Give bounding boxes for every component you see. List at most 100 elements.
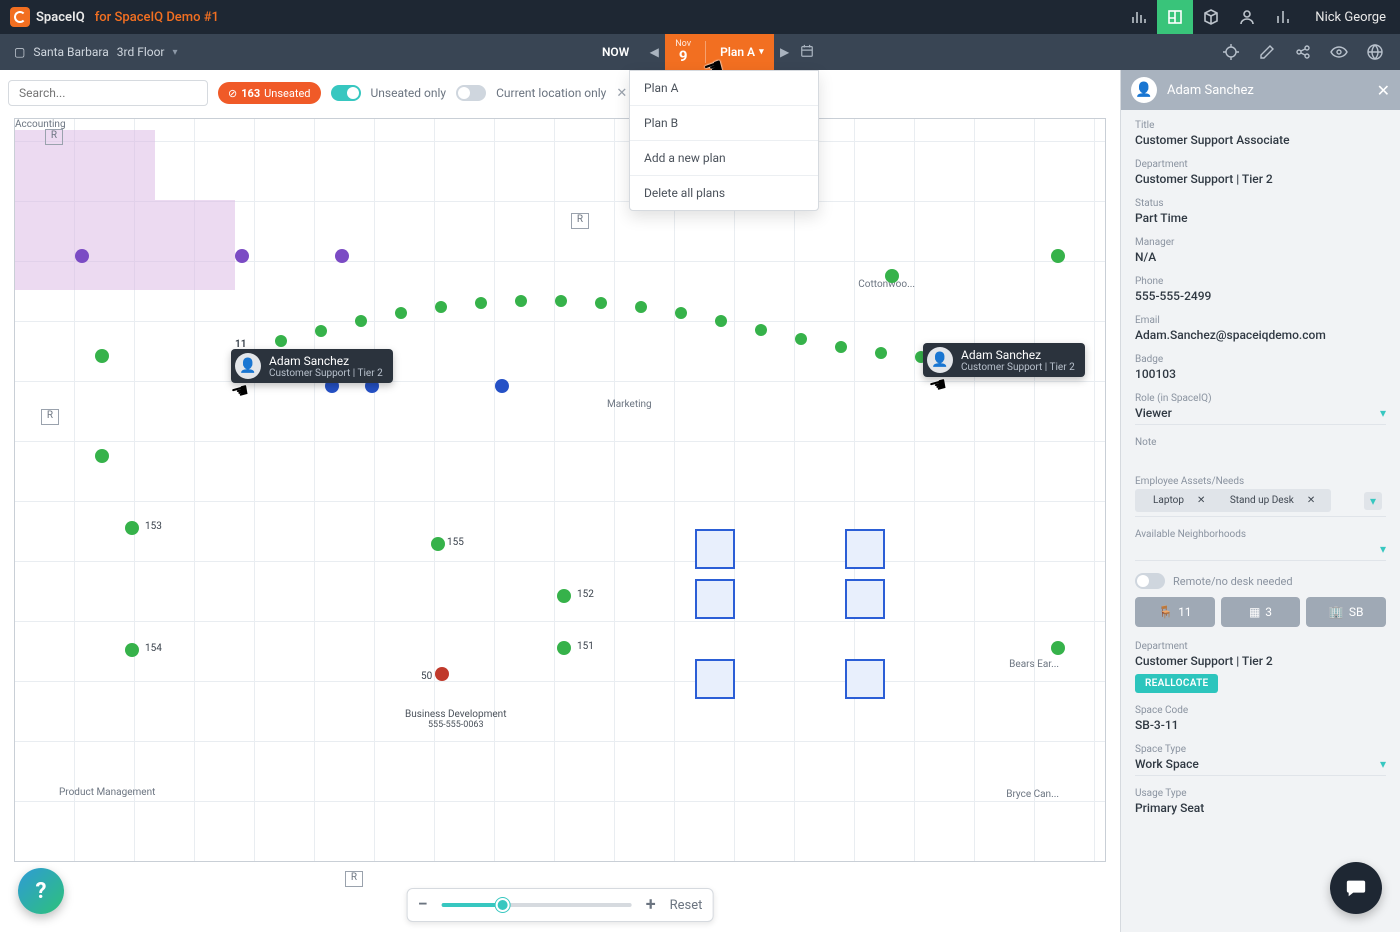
seat-dot[interactable] xyxy=(125,521,139,535)
current-user[interactable]: Nick George xyxy=(1301,10,1400,25)
brand-name: SpaceIQ xyxy=(36,10,85,25)
seat-dot[interactable] xyxy=(557,589,571,603)
space-type-select[interactable]: Work Space ▾ xyxy=(1135,757,1386,776)
search-input[interactable] xyxy=(8,80,208,106)
space-type-label: Space Type xyxy=(1135,744,1386,755)
remote-toggle[interactable] xyxy=(1135,573,1165,589)
seat-dot[interactable] xyxy=(335,249,349,263)
path-dot xyxy=(595,297,607,309)
path-dot xyxy=(635,301,647,313)
seat-dot[interactable] xyxy=(495,379,509,393)
location-selector[interactable]: ▢ Santa Barbara 3rd Floor ▾ xyxy=(0,34,192,70)
user-icon[interactable] xyxy=(1229,0,1265,34)
plan-date-pill[interactable]: Nov 9 Plan A ▾ xyxy=(665,34,773,70)
employee-name: Adam Sanchez xyxy=(269,354,349,368)
brand-logo[interactable]: SpaceIQ for SpaceIQ Demo #1 xyxy=(10,7,219,27)
calendar-icon[interactable] xyxy=(796,44,818,61)
building-icon: ▢ xyxy=(14,45,25,59)
seat-dot[interactable] xyxy=(885,269,899,283)
plan-day: 9 xyxy=(675,49,691,64)
elevator-icon xyxy=(845,659,885,699)
seat-dot[interactable] xyxy=(1051,249,1065,263)
seat-dot[interactable] xyxy=(235,249,249,263)
now-button[interactable]: NOW xyxy=(588,45,643,59)
seat-pill[interactable]: 🪑11 xyxy=(1135,597,1215,627)
reallocate-button[interactable]: REALLOCATE xyxy=(1135,674,1218,693)
employee-tooltip-origin[interactable]: 👤 Adam Sanchez Customer Support | Tier 2 xyxy=(231,349,393,383)
visibility-icon[interactable] xyxy=(1322,34,1356,70)
floorplan-icon[interactable] xyxy=(1157,0,1193,34)
zoom-in-button[interactable]: + xyxy=(646,896,656,914)
chat-widget-button[interactable] xyxy=(1330,862,1382,914)
space-code-label: Space Code xyxy=(1135,705,1386,716)
email-value: Adam.Sanchez@spaceiqdemo.com xyxy=(1135,328,1386,342)
delete-plans-option[interactable]: Delete all plans xyxy=(630,175,818,210)
zoom-control: − + Reset xyxy=(407,888,714,922)
asset-tag-standup-desk[interactable]: Stand up Desk ✕ xyxy=(1218,491,1321,510)
building-pill[interactable]: 🏢SB xyxy=(1306,597,1386,627)
add-plan-option[interactable]: Add a new plan xyxy=(630,140,818,175)
edit-icon[interactable] xyxy=(1250,34,1284,70)
space-code-value[interactable]: SB-3-11 xyxy=(1135,718,1386,732)
seat-dot[interactable] xyxy=(125,643,139,657)
plan-name-dropdown[interactable]: Plan A ▾ xyxy=(720,45,764,59)
share-icon[interactable] xyxy=(1286,34,1320,70)
zoom-out-button[interactable]: − xyxy=(418,896,428,914)
top-icon-bar xyxy=(1121,0,1301,34)
floorplan-canvas[interactable]: ⊘ 163 Unseated Unseated only Current loc… xyxy=(0,70,1120,932)
product-mgmt-label: Product Management xyxy=(59,787,155,798)
prev-plan-button[interactable]: ◀ xyxy=(643,45,665,59)
clear-filters-button[interactable]: ✕ xyxy=(616,86,627,101)
globe-icon[interactable] xyxy=(1358,34,1392,70)
role-select[interactable]: Viewer ▾ xyxy=(1135,406,1386,425)
asset-tag-laptop[interactable]: Laptop ✕ xyxy=(1141,491,1211,510)
warning-icon: ⊘ xyxy=(228,87,237,100)
bears-label: Bears Ear... xyxy=(1009,659,1059,670)
zoom-slider[interactable] xyxy=(442,903,632,907)
assets-select[interactable]: Laptop ✕ Stand up Desk ✕ ▾ xyxy=(1135,489,1386,517)
elevator-icon xyxy=(845,579,885,619)
unseated-only-toggle[interactable] xyxy=(331,85,361,101)
plan-name: Plan A xyxy=(720,45,755,59)
path-dot xyxy=(435,301,447,313)
unseated-pill[interactable]: ⊘ 163 Unseated xyxy=(218,82,321,104)
building-icon: 🏢 xyxy=(1329,605,1344,619)
accounting-label: Accounting xyxy=(15,119,1105,130)
floorplan-svg[interactable]: Accounting Product Management Marketing … xyxy=(14,118,1106,862)
plan-month: Nov xyxy=(675,40,691,49)
phone-value: 555-555-2499 xyxy=(1135,289,1386,303)
chevron-down-icon: ▾ xyxy=(759,47,764,57)
badge-label: Badge xyxy=(1135,354,1386,365)
close-panel-button[interactable]: ✕ xyxy=(1377,81,1390,100)
seat-dot[interactable] xyxy=(95,449,109,463)
target-icon[interactable] xyxy=(1214,34,1248,70)
context-bar: ▢ Santa Barbara 3rd Floor ▾ NOW ◀ Nov 9 … xyxy=(0,34,1400,70)
seat-dot[interactable] xyxy=(431,537,445,551)
plan-option-b[interactable]: Plan B xyxy=(630,105,818,140)
reports-icon[interactable] xyxy=(1265,0,1301,34)
seat-dot[interactable] xyxy=(435,667,449,681)
path-dot xyxy=(355,315,367,327)
status-value: Part Time xyxy=(1135,211,1386,225)
neighborhoods-select[interactable]: ▾ xyxy=(1135,542,1386,561)
room-marker: R xyxy=(571,213,589,229)
employee-tooltip-dest[interactable]: 👤 Adam Sanchez Customer Support | Tier 2 xyxy=(923,343,1085,377)
employee-dept: Customer Support | Tier 2 xyxy=(961,362,1075,373)
seat-dot[interactable] xyxy=(1051,641,1065,655)
next-plan-button[interactable]: ▶ xyxy=(774,45,796,59)
seat-dot[interactable] xyxy=(75,249,89,263)
phone-label: Phone xyxy=(1135,276,1386,287)
current-location-toggle[interactable] xyxy=(456,85,486,101)
plan-option-a[interactable]: Plan A xyxy=(630,71,818,105)
employee-detail-panel: 👤 Adam Sanchez ✕ TitleCustomer Support A… xyxy=(1120,70,1400,932)
zoom-reset-button[interactable]: Reset xyxy=(670,898,703,913)
floor-pill[interactable]: ▦3 xyxy=(1221,597,1301,627)
seat-dot[interactable] xyxy=(557,641,571,655)
room-marker: R xyxy=(345,871,363,887)
seat-icon: 🪑 xyxy=(1158,605,1173,619)
package-icon[interactable] xyxy=(1193,0,1229,34)
analytics-icon[interactable] xyxy=(1121,0,1157,34)
bryce-label: Bryce Can... xyxy=(1006,789,1059,800)
help-button[interactable]: ? xyxy=(18,868,64,914)
seat-dot[interactable] xyxy=(95,349,109,363)
